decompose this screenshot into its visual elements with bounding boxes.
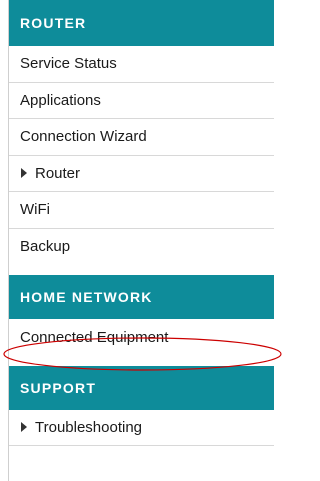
menu-item-label: Connection Wizard (20, 128, 147, 146)
section-header-router: ROUTER (9, 0, 274, 46)
menu-item-label: Connected Equipment (20, 328, 169, 346)
menu-item-service-status[interactable]: Service Status (9, 46, 274, 83)
menu-item-label: Router (35, 164, 81, 182)
menu-item-wifi[interactable]: WiFi (9, 192, 274, 229)
menu-item-connection-wizard[interactable]: Connection Wizard (9, 119, 274, 156)
menu-item-connected-equipment[interactable]: Connected Equipment (9, 319, 274, 356)
section-gap (9, 355, 274, 366)
expand-arrow-icon (21, 168, 27, 179)
section-header-home-network: HOME NETWORK (9, 275, 274, 319)
section-header-support: SUPPORT (9, 365, 274, 410)
section-title-router: ROUTER (20, 15, 87, 31)
menu-item-troubleshooting[interactable]: Troubleshooting (9, 410, 274, 446)
menu-item-label: Troubleshooting (35, 418, 143, 436)
menu-item-label: Backup (20, 238, 71, 256)
section-title-home-network: HOME NETWORK (20, 289, 153, 305)
menu-item-label: Service Status (20, 55, 117, 73)
section-gap (9, 265, 274, 275)
menu-item-router[interactable]: Router (9, 156, 274, 192)
menu-item-label: WiFi (20, 201, 50, 219)
menu-item-applications[interactable]: Applications (9, 83, 274, 119)
menu-item-backup[interactable]: Backup (9, 229, 274, 266)
menu-item-label: Applications (20, 91, 101, 109)
sidebar-menu: ROUTER Service Status Applications Conne… (9, 0, 274, 446)
section-title-support: SUPPORT (20, 379, 97, 396)
router-menu-page: ROUTER Service Status Applications Conne… (0, 0, 285, 481)
expand-arrow-icon (21, 422, 27, 433)
